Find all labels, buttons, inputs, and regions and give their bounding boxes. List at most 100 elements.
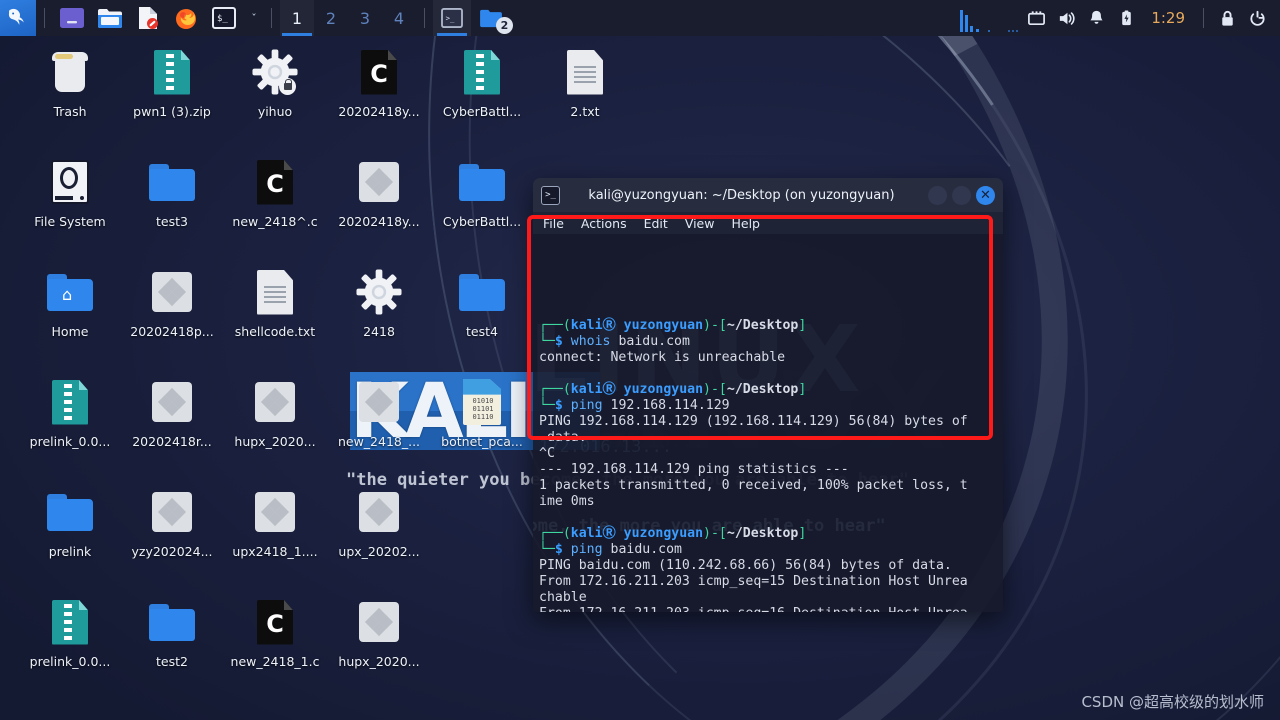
workspace-4[interactable]: 4 (382, 0, 416, 36)
desktop-icon[interactable]: File System (20, 154, 120, 229)
menu-item-view[interactable]: View (685, 216, 715, 231)
desktop-icon[interactable]: CyberBattl... (432, 44, 532, 119)
taskbar: $_ ˇ 1 2 3 4 >_ 2 1:29 (0, 0, 1280, 36)
lock-icon[interactable] (1212, 0, 1242, 36)
volume-icon[interactable] (1051, 0, 1081, 36)
desktop-icon[interactable]: 01010 01101 01110 botnet_pca... (432, 374, 532, 449)
firefox-glyph (176, 9, 196, 29)
terminal-menubar[interactable]: File Actions Edit View Help (533, 212, 1003, 234)
terminal-output-line: connect: Network is unreachable (539, 350, 786, 365)
desktop-icon[interactable]: Cnew_2418^.c (225, 154, 325, 229)
desktop-icon-label: pwn1 (3).zip (133, 104, 211, 119)
desktop-icon[interactable]: hupx_2020... (329, 594, 429, 669)
gear-glyph (356, 269, 402, 315)
desktop-icon-label: test2 (156, 654, 188, 669)
menu-item-edit[interactable]: Edit (644, 216, 668, 231)
desktop-icon[interactable]: C 20202418y... (329, 44, 429, 119)
desktop-icon-art (329, 154, 429, 210)
logout-icon[interactable] (1242, 0, 1272, 36)
app-grid-glyph (60, 8, 84, 28)
desktop-icon[interactable]: shellcode.txt (225, 264, 325, 339)
desktop-icon-art: C (225, 594, 325, 650)
desktop-icon[interactable]: 20202418r... (122, 374, 222, 449)
terminal-title: kali@yuzongyuan: ~/Desktop (on yuzongyua… (588, 187, 895, 203)
desktop-icon-label: prelink_0.0... (29, 434, 111, 449)
menu-item-actions[interactable]: Actions (581, 216, 627, 231)
kali-menu-button[interactable] (0, 0, 36, 36)
desktop-icon-label: shellcode.txt (234, 324, 316, 339)
terminal-icon[interactable]: $_ (209, 3, 239, 33)
desktop-icon-art (20, 44, 120, 100)
file-manager-window-button[interactable]: 2 (471, 0, 513, 36)
minimize-button[interactable] (928, 185, 947, 205)
pcap-file-icon: 01010 01101 01110 (463, 379, 501, 425)
close-button[interactable]: ✕ (976, 185, 995, 205)
desktop-icon[interactable]: CyberBattl... (432, 154, 532, 229)
network-activity-graph (960, 10, 1018, 32)
desktop-icon-label: hupx_2020... (234, 434, 316, 449)
desktop-icon[interactable]: prelink_0.0... (20, 374, 120, 449)
desktop-icon[interactable]: new_2418_... (329, 374, 429, 449)
desktop-icon[interactable]: hupx_2020... (225, 374, 325, 449)
executable-gear-icon (356, 269, 402, 315)
desktop-icon[interactable]: yzy202024... (122, 484, 222, 559)
desktop-icon-art (225, 374, 325, 430)
menu-item-file[interactable]: File (543, 216, 564, 231)
terminal-window[interactable]: >_ kali@yuzongyuan: ~/Desktop (on yuzong… (533, 178, 1003, 612)
window-count-badge: 2 (496, 17, 513, 34)
workspace-1[interactable]: 1 (280, 0, 314, 36)
document-forbidden-glyph (139, 7, 158, 29)
desktop-icon-label: upx_20202... (338, 544, 420, 559)
desktop-icon[interactable]: upx_20202... (329, 484, 429, 559)
text-file-icon (567, 49, 603, 95)
c-source-file-icon: C (361, 49, 397, 95)
desktop-icon[interactable]: prelink_0.0... (20, 594, 120, 669)
app-grid-icon[interactable] (57, 3, 87, 33)
desktop-icon-label: CyberBattl... (442, 214, 522, 229)
notifications-icon[interactable] (1081, 0, 1111, 36)
desktop-icon[interactable]: Cnew_2418_1.c (225, 594, 325, 669)
desktop-icon-label: yihuo (257, 104, 293, 119)
desktop-icon[interactable]: 2.txt (535, 44, 635, 119)
document-forbidden-icon[interactable] (133, 3, 163, 33)
binary-file-icon (359, 602, 399, 642)
desktop-icon[interactable]: yihuo (225, 44, 325, 119)
desktop-icon-label: new_2418^.c (232, 214, 318, 229)
desktop-icon[interactable]: 20202418y... (329, 154, 429, 229)
maximize-button[interactable] (952, 185, 971, 205)
desktop-icon[interactable]: test4 (432, 264, 532, 339)
terminal-lines: ┌──(kaliⓇ yuzongyuan)-[~/Desktop] └─$ who… (539, 318, 997, 612)
desktop-icon[interactable]: 20202418p... (122, 264, 222, 339)
terminal-output-area[interactable]: LINUX 172.016.13... ecome, the more you … (533, 234, 1003, 612)
desktop-icon[interactable]: Trash (20, 44, 120, 119)
terminal-output-line: --- 192.168.114.129 ping statistics --- (539, 462, 849, 477)
firefox-icon[interactable] (171, 3, 201, 33)
desktop-icon[interactable]: prelink (20, 484, 120, 559)
desktop-icon[interactable]: test2 (122, 594, 222, 669)
clock[interactable]: 1:29 (1141, 9, 1195, 27)
c-source-file-icon: C (257, 159, 293, 205)
desktop-icon-label: test4 (466, 324, 498, 339)
workspace-3[interactable]: 3 (348, 0, 382, 36)
desktop-icon[interactable]: pwn1 (3).zip (122, 44, 222, 119)
desktop-icon[interactable]: upx2418_1.... (225, 484, 325, 559)
workspace-2[interactable]: 2 (314, 0, 348, 36)
desktop-icon[interactable]: 2418 (329, 264, 429, 339)
binary-file-icon (152, 382, 192, 422)
terminal-command-line: └─$ ping baidu.com (539, 542, 682, 557)
file-system-disk-icon (51, 160, 89, 204)
desktop-icon-art (20, 374, 120, 430)
battery-icon[interactable] (1111, 0, 1141, 36)
terminal-window-button[interactable]: >_ (433, 0, 471, 36)
terminal-output-line: PING baidu.com (110.242.68.66) 56(84) by… (539, 558, 952, 573)
terminal-titlebar[interactable]: >_ kali@yuzongyuan: ~/Desktop (on yuzong… (533, 178, 1003, 212)
menu-item-help[interactable]: Help (731, 216, 760, 231)
desktop-icon[interactable]: test3 (122, 154, 222, 229)
desktop-icon[interactable]: ⌂ Home (20, 264, 120, 339)
folder-icon[interactable] (95, 3, 125, 33)
chevron-down-icon[interactable]: ˇ (245, 3, 263, 33)
desktop-icon-label: 20202418y... (338, 214, 420, 229)
terminal-prompt-line: ┌──(kaliⓇ yuzongyuan)-[~/Desktop] (539, 318, 807, 333)
binary-file-icon (359, 162, 399, 202)
